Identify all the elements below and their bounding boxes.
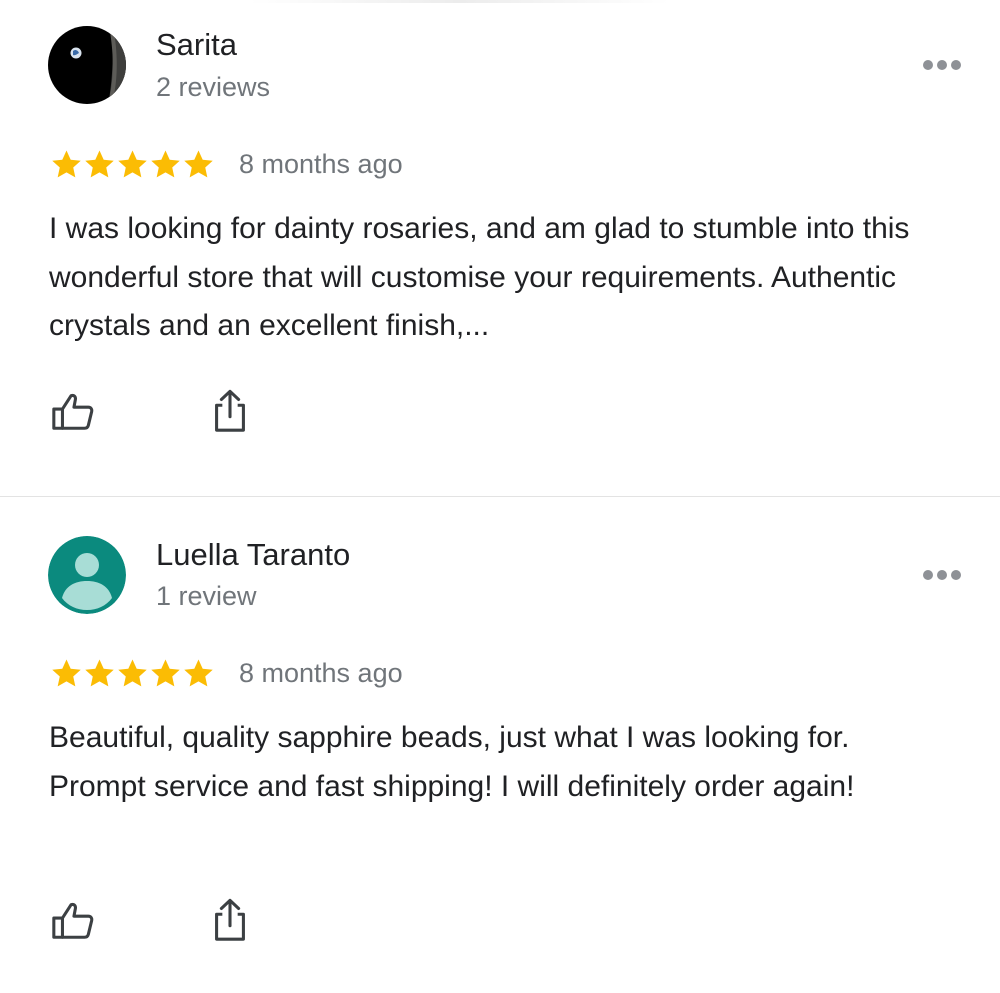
- author-review-count[interactable]: 2 reviews: [156, 71, 270, 103]
- star-rating: [50, 657, 215, 690]
- review-time: 8 months ago: [239, 149, 403, 179]
- more-options-dot: [937, 60, 947, 70]
- rating-row: 8 months ago: [50, 655, 403, 691]
- more-options-dot: [937, 570, 947, 580]
- star-icon: [52, 658, 81, 686]
- star-icon: [184, 149, 213, 177]
- more-options-button[interactable]: [918, 53, 966, 77]
- default-person-avatar-icon: [48, 536, 126, 614]
- like-button[interactable]: [49, 896, 97, 944]
- author-name[interactable]: Sarita: [156, 27, 237, 63]
- share-button[interactable]: [206, 387, 254, 435]
- share-icon: [215, 898, 245, 941]
- star-icon: [151, 149, 180, 177]
- rating-row: 8 months ago: [50, 146, 403, 182]
- thumbs-up-icon: [52, 393, 94, 430]
- author-name[interactable]: Luella Taranto: [156, 537, 350, 573]
- like-button[interactable]: [49, 387, 97, 435]
- more-options-icon: [923, 570, 933, 580]
- star-icon: [184, 658, 213, 686]
- earth-photo-avatar-icon: [48, 26, 126, 104]
- star-icon: [85, 149, 114, 177]
- avatar[interactable]: [48, 26, 126, 104]
- star-rating: [50, 148, 215, 181]
- star-icon: [151, 658, 180, 686]
- more-options-dot: [951, 570, 961, 580]
- thumbs-up-icon: [52, 902, 94, 939]
- more-options-icon: [923, 60, 933, 70]
- more-options-dot: [951, 60, 961, 70]
- star-icon: [52, 149, 81, 177]
- avatar[interactable]: [48, 536, 126, 614]
- share-icon: [215, 389, 245, 432]
- share-button[interactable]: [206, 896, 254, 944]
- author-review-count[interactable]: 1 review: [156, 580, 257, 612]
- star-icon: [118, 149, 147, 177]
- review-card: Sarita 2 reviews 8 months ago I was look…: [0, 0, 1000, 496]
- star-icon: [118, 658, 147, 686]
- review-card: Luella Taranto 1 review 8 months ago Bea…: [0, 497, 1000, 993]
- review-text[interactable]: Beautiful, quality sapphire beads, just …: [49, 714, 949, 811]
- more-options-button[interactable]: [918, 563, 966, 587]
- review-time: 8 months ago: [239, 658, 403, 688]
- star-icon: [85, 658, 114, 686]
- review-text[interactable]: I was looking for dainty rosaries, and a…: [49, 205, 949, 351]
